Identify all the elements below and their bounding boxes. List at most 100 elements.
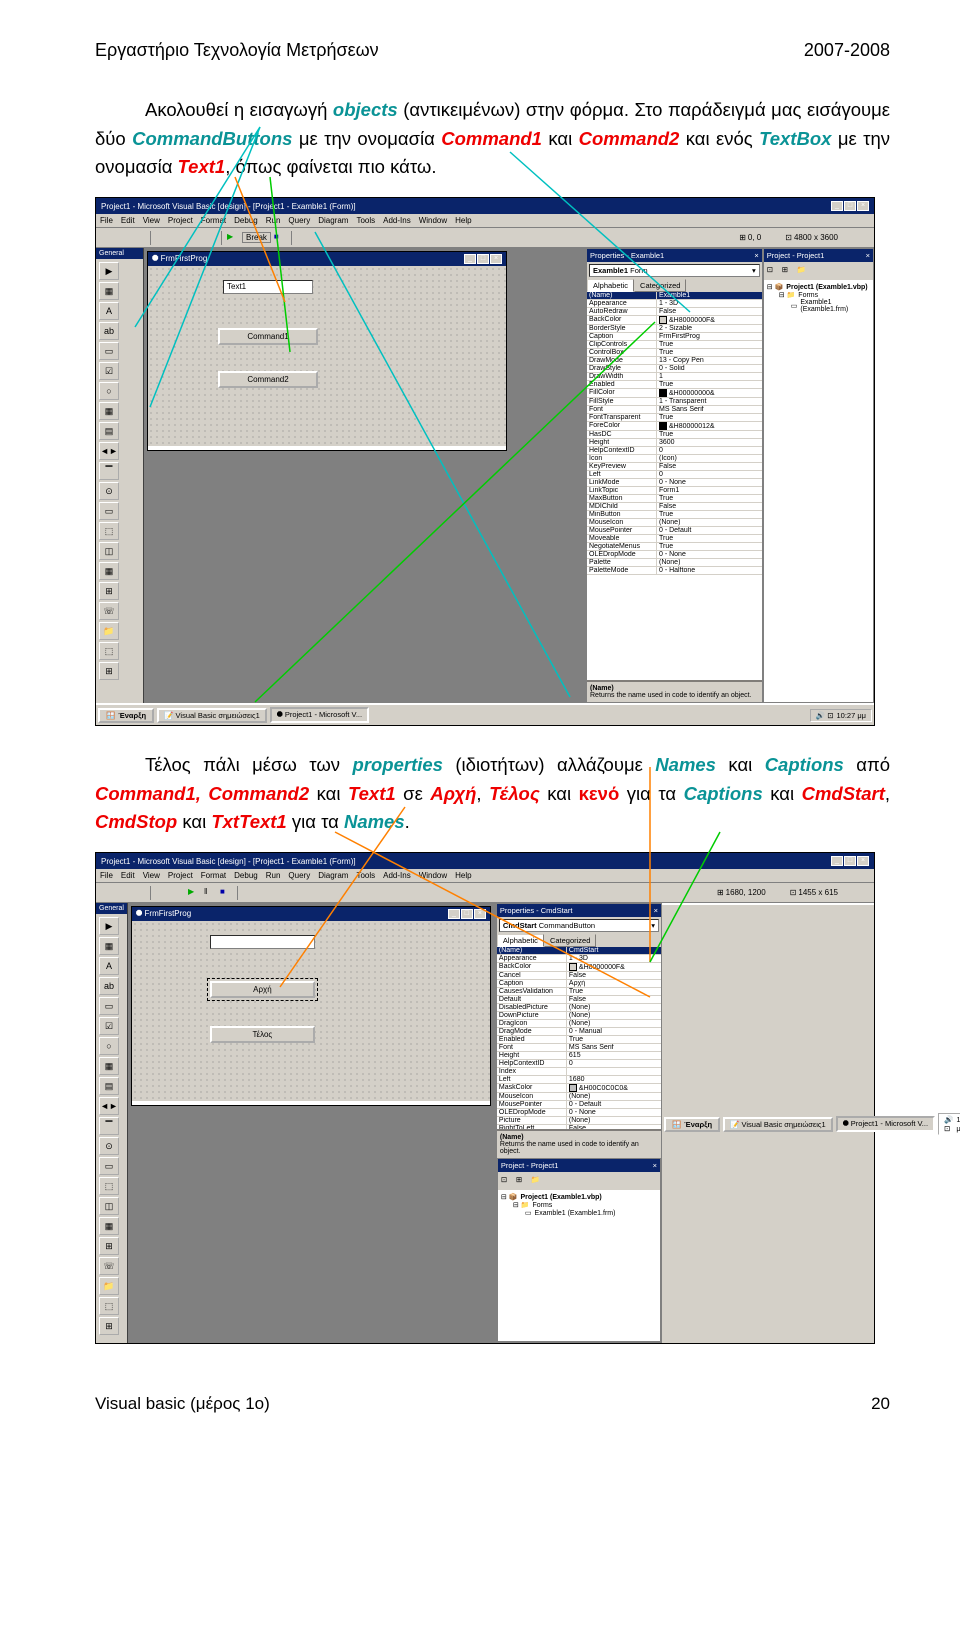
- property-value[interactable]: &H80000012&: [657, 422, 762, 430]
- button-cmdstart[interactable]: Αρχή: [210, 981, 315, 998]
- toolbar-btn[interactable]: [155, 886, 169, 900]
- tool-button[interactable]: ○: [99, 382, 119, 400]
- toolbar-btn[interactable]: [100, 886, 114, 900]
- form-designer[interactable]: ⯃ FrmFirstProg _ □ × Text1 Command1 Comm…: [144, 248, 584, 703]
- taskbar-item[interactable]: ⯃ Project1 - Microsoft V...: [836, 1116, 935, 1132]
- property-value[interactable]: 0 - Manual: [567, 1028, 661, 1035]
- property-value[interactable]: 0: [657, 447, 762, 454]
- property-row[interactable]: CausesValidationTrue: [497, 988, 661, 996]
- property-row[interactable]: DrawStyle0 - Solid: [587, 365, 762, 373]
- toolbar-btn[interactable]: [296, 231, 310, 245]
- toolbar-btn[interactable]: [171, 886, 185, 900]
- property-value[interactable]: True: [567, 1036, 661, 1043]
- minimize-icon[interactable]: _: [831, 201, 843, 211]
- property-row[interactable]: ClipControlsTrue: [587, 341, 762, 349]
- project-tree[interactable]: ⊟ 📦 Project1 (Examble1.vbp) ⊟ 📁 Forms ▭ …: [764, 280, 873, 702]
- property-row[interactable]: DrawWidth1: [587, 373, 762, 381]
- taskbar-item[interactable]: 📝 Visual Basic σημειώσεις1: [723, 1117, 833, 1132]
- property-grid[interactable]: (Name)CmdStartAppearance1 - 3DBackColor&…: [497, 947, 661, 1129]
- textbox-text1[interactable]: Text1: [223, 280, 313, 294]
- property-row[interactable]: BorderStyle2 - Sizable: [587, 325, 762, 333]
- dropdown-icon[interactable]: ▾: [651, 921, 655, 930]
- minimize-icon[interactable]: _: [831, 856, 843, 866]
- property-value[interactable]: 615: [567, 1052, 661, 1059]
- toolbar-btn[interactable]: [344, 231, 358, 245]
- property-row[interactable]: AutoRedrawFalse: [587, 308, 762, 316]
- tab-alphabetic[interactable]: Alphabetic: [497, 934, 544, 947]
- menu-item[interactable]: Tools: [356, 216, 375, 225]
- property-row[interactable]: MouseIcon(None): [587, 519, 762, 527]
- property-value[interactable]: 1 - 3D: [567, 955, 661, 962]
- property-row[interactable]: CaptionFrmFirstProg: [587, 333, 762, 341]
- tool-button[interactable]: ▦: [99, 402, 119, 420]
- property-value[interactable]: 0 - Halftone: [657, 567, 762, 574]
- button-command1[interactable]: Command1: [218, 328, 318, 345]
- tool-button[interactable]: ◄►: [99, 442, 119, 460]
- property-row[interactable]: (Name)Examble1: [587, 292, 762, 300]
- tool-button[interactable]: ▭: [99, 1157, 119, 1175]
- property-row[interactable]: Appearance1 - 3D: [497, 955, 661, 963]
- property-value[interactable]: True: [657, 414, 762, 421]
- toolbar-btn[interactable]: [100, 231, 114, 245]
- tab-categorized[interactable]: Categorized: [634, 279, 686, 292]
- property-row[interactable]: DragMode0 - Manual: [497, 1028, 661, 1036]
- property-row[interactable]: EnabledTrue: [587, 381, 762, 389]
- property-value[interactable]: 1 - 3D: [657, 300, 762, 307]
- tool-button[interactable]: ▦: [99, 937, 119, 955]
- props-combo[interactable]: CmdStart CommandButton ▾: [499, 919, 659, 932]
- button-cmdstop[interactable]: Τέλος: [210, 1026, 315, 1043]
- toolbar-btn[interactable]: [242, 886, 256, 900]
- property-row[interactable]: DefaultFalse: [497, 996, 661, 1004]
- property-value[interactable]: (None): [567, 1004, 661, 1011]
- tool-button[interactable]: ▦: [99, 562, 119, 580]
- property-value[interactable]: Examble1: [657, 292, 762, 299]
- tab-categorized[interactable]: Categorized: [544, 934, 596, 947]
- tool-button[interactable]: ○: [99, 1037, 119, 1055]
- property-row[interactable]: HelpContextID0: [587, 447, 762, 455]
- toolbar-btn[interactable]: [155, 231, 169, 245]
- menu-item[interactable]: Diagram: [318, 216, 348, 225]
- property-row[interactable]: HelpContextID0: [497, 1060, 661, 1068]
- form-designer[interactable]: ⯃ FrmFirstProg _ □ × Αρχή Τέλος: [128, 903, 494, 1343]
- property-value[interactable]: (None): [567, 1020, 661, 1027]
- tool-button[interactable]: ☏: [99, 602, 119, 620]
- menu-item[interactable]: Help: [455, 871, 471, 880]
- maximize-icon[interactable]: □: [461, 909, 473, 919]
- property-value[interactable]: MS Sans Serif: [657, 406, 762, 413]
- menu-item[interactable]: Window: [419, 216, 447, 225]
- taskbar-item[interactable]: ⯃ Project1 - Microsoft V...: [270, 707, 369, 723]
- property-row[interactable]: MaskColor&H00C0C0C0&: [497, 1084, 661, 1093]
- tool-button[interactable]: 📁: [99, 1277, 119, 1295]
- property-value[interactable]: True: [657, 511, 762, 518]
- property-row[interactable]: Left0: [587, 471, 762, 479]
- tool-button[interactable]: ⊞: [99, 662, 119, 680]
- close-icon[interactable]: ×: [754, 251, 758, 260]
- start-button[interactable]: 🪟 Έναρξη: [664, 1117, 720, 1132]
- property-row[interactable]: Index: [497, 1068, 661, 1076]
- maximize-icon[interactable]: □: [844, 201, 856, 211]
- toolbar-btn[interactable]: [187, 231, 201, 245]
- view-object-icon[interactable]: ⊞: [515, 1174, 529, 1188]
- tool-button[interactable]: A: [99, 302, 119, 320]
- taskbar-item[interactable]: 📝 Visual Basic σημειώσεις1: [157, 708, 267, 723]
- property-row[interactable]: OLEDropMode0 - None: [497, 1109, 661, 1117]
- menu-item[interactable]: Debug: [234, 871, 258, 880]
- toolbar-btn[interactable]: [274, 886, 288, 900]
- menu-item[interactable]: Query: [288, 216, 310, 225]
- tool-button[interactable]: ☑: [99, 362, 119, 380]
- property-row[interactable]: DrawMode13 - Copy Pen: [587, 357, 762, 365]
- property-value[interactable]: 0 - None: [567, 1109, 661, 1116]
- close-icon[interactable]: ×: [654, 906, 658, 915]
- menu-item[interactable]: View: [143, 871, 160, 880]
- toolbar-btn[interactable]: [258, 886, 272, 900]
- property-value[interactable]: False: [567, 972, 661, 979]
- property-row[interactable]: Picture(None): [497, 1117, 661, 1125]
- property-value[interactable]: 0 - Default: [567, 1101, 661, 1108]
- tool-button[interactable]: ☑: [99, 1017, 119, 1035]
- property-value[interactable]: (None): [567, 1012, 661, 1019]
- menu-item[interactable]: Help: [455, 216, 471, 225]
- property-row[interactable]: MinButtonTrue: [587, 511, 762, 519]
- tab-alphabetic[interactable]: Alphabetic: [587, 279, 634, 292]
- close-icon[interactable]: ×: [474, 909, 486, 919]
- tool-button[interactable]: ◫: [99, 1197, 119, 1215]
